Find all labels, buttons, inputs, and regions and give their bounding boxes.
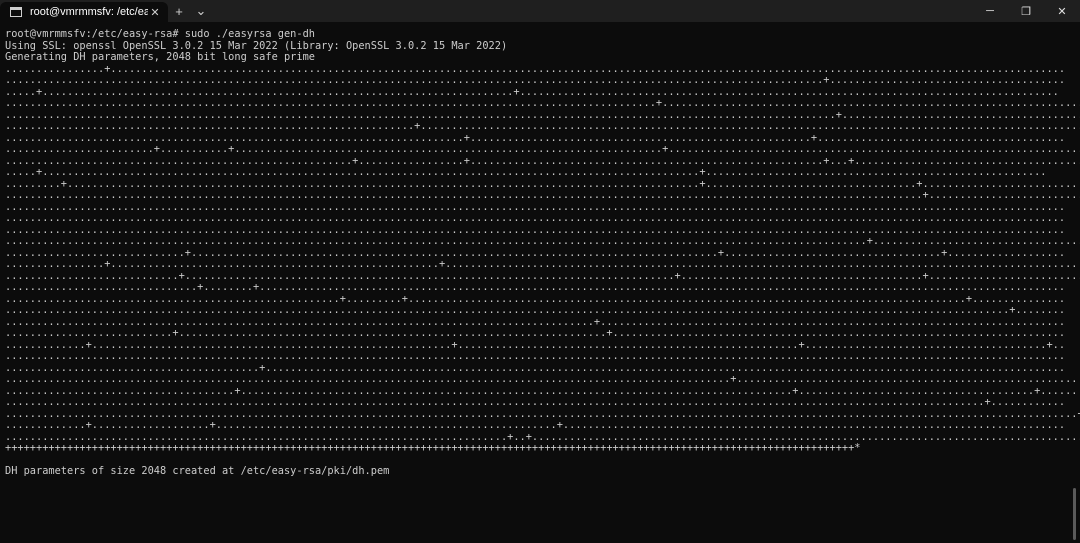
terminal-line: ........................+...........+...… xyxy=(5,144,1080,155)
terminal-tab[interactable]: root@vmrmmsfv: /etc/easy-rsa ✕ xyxy=(0,2,168,22)
terminal-line: ...............................+........… xyxy=(5,282,1066,293)
terminal-line: .....+..................................… xyxy=(5,167,1047,178)
terminal-line: Using SSL: openssl OpenSSL 3.0.2 15 Mar … xyxy=(5,40,508,52)
terminal-output[interactable]: root@vmrmmsfv:/etc/easy-rsa# sudo ./easy… xyxy=(5,29,1080,543)
terminal-line: .....+..................................… xyxy=(5,86,1059,98)
terminal-line: ........................................… xyxy=(5,155,1080,167)
terminal-line: ........................................… xyxy=(5,190,1080,201)
terminal-line: ........................................… xyxy=(5,362,1066,374)
title-bar-drag-area[interactable] xyxy=(212,0,972,22)
terminal-line: ........................................… xyxy=(5,201,1066,213)
terminal-line: ........................................… xyxy=(5,351,1066,362)
terminal-line: ................+.......................… xyxy=(5,259,1078,270)
terminal-line: ........................................… xyxy=(5,316,1066,328)
maximize-button[interactable]: ❐ xyxy=(1008,0,1044,22)
new-tab-button[interactable]: + xyxy=(168,0,190,22)
terminal-line: .............+...................+......… xyxy=(5,420,1066,431)
terminal-line: ........................................… xyxy=(5,236,1080,247)
terminal-line: DH parameters of size 2048 created at /e… xyxy=(5,466,390,477)
terminal-line: ........................................… xyxy=(5,213,1066,224)
terminal-line: ........................................… xyxy=(5,305,1066,316)
terminal-line: ++++++++++++++++++++++++++++++++++++++++… xyxy=(5,443,861,454)
terminal-line: ........................................… xyxy=(5,293,1066,305)
terminal-line: ........................................… xyxy=(5,397,1066,408)
terminal-line: ........................................… xyxy=(5,408,1080,420)
terminal-line: root@vmrmmsfv:/etc/easy-rsa# sudo ./easy… xyxy=(5,29,315,40)
terminal-line: .....................................+..… xyxy=(5,385,1078,397)
terminal-line: ........................................… xyxy=(5,132,1066,144)
terminal-line: ........................................… xyxy=(5,75,1066,86)
terminal-icon xyxy=(10,7,22,17)
terminal-line: ............................+...........… xyxy=(5,270,1080,282)
close-window-button[interactable]: ✕ xyxy=(1044,0,1080,22)
tab-title: root@vmrmmsfv: /etc/easy-rsa xyxy=(30,6,148,18)
close-tab-icon[interactable]: ✕ xyxy=(148,6,162,19)
terminal-line: ........................................… xyxy=(5,121,1080,132)
title-bar: root@vmrmmsfv: /etc/easy-rsa ✕ + ⌄ ─ ❐ ✕ xyxy=(0,0,1080,22)
terminal-line: ................+.......................… xyxy=(5,63,1066,75)
terminal-line: Generating DH parameters, 2048 bit long … xyxy=(5,52,315,63)
terminal-line: ........................................… xyxy=(5,109,1080,121)
terminal-line: ........................................… xyxy=(5,431,1080,443)
minimize-button[interactable]: ─ xyxy=(972,0,1008,22)
terminal-line: ........................................… xyxy=(5,98,1080,109)
dropdown-chevron-icon[interactable]: ⌄ xyxy=(190,0,212,22)
terminal-line: ........................................… xyxy=(5,224,1066,236)
terminal-line: .............+..........................… xyxy=(5,339,1066,351)
terminal-line: ........................................… xyxy=(5,374,1078,385)
scrollbar-thumb[interactable] xyxy=(1073,488,1076,540)
terminal-line: ...........................+............… xyxy=(5,328,1066,339)
terminal-line: .............................+..........… xyxy=(5,247,1066,259)
terminal-line: .........+..............................… xyxy=(5,178,1078,190)
